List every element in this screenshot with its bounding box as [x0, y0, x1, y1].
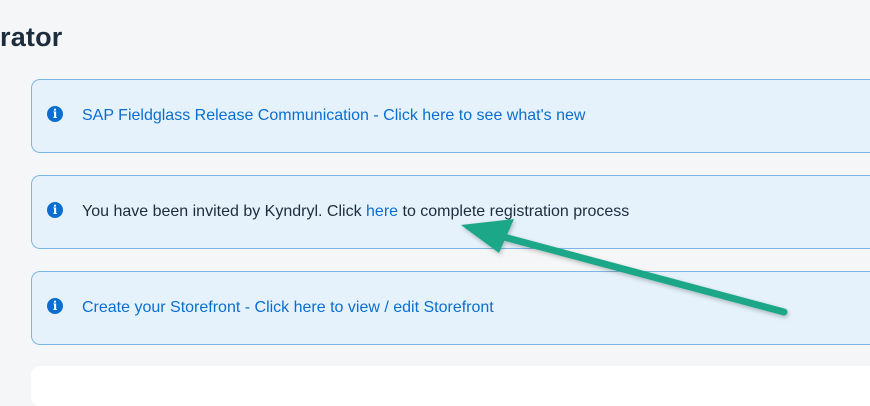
invitation-text-after: to complete registration process — [398, 203, 630, 220]
content-card — [31, 366, 870, 406]
info-icon: i — [47, 202, 63, 218]
storefront-message: i Create your Storefront - Click here to… — [31, 271, 870, 345]
invitation-message: i You have been invited by Kyndryl. Clic… — [31, 175, 870, 249]
info-icon: i — [47, 106, 63, 122]
storefront-link[interactable]: Create your Storefront - Click here to v… — [82, 299, 494, 317]
release-communication-link[interactable]: SAP Fieldglass Release Communication - C… — [82, 107, 585, 125]
invitation-text-before: You have been invited by Kyndryl. Click — [82, 203, 367, 220]
info-icon: i — [47, 298, 63, 314]
release-communication-message: i SAP Fieldglass Release Communication -… — [31, 79, 870, 153]
registration-here-link[interactable]: here — [366, 203, 398, 221]
page-title: rator — [0, 22, 63, 52]
